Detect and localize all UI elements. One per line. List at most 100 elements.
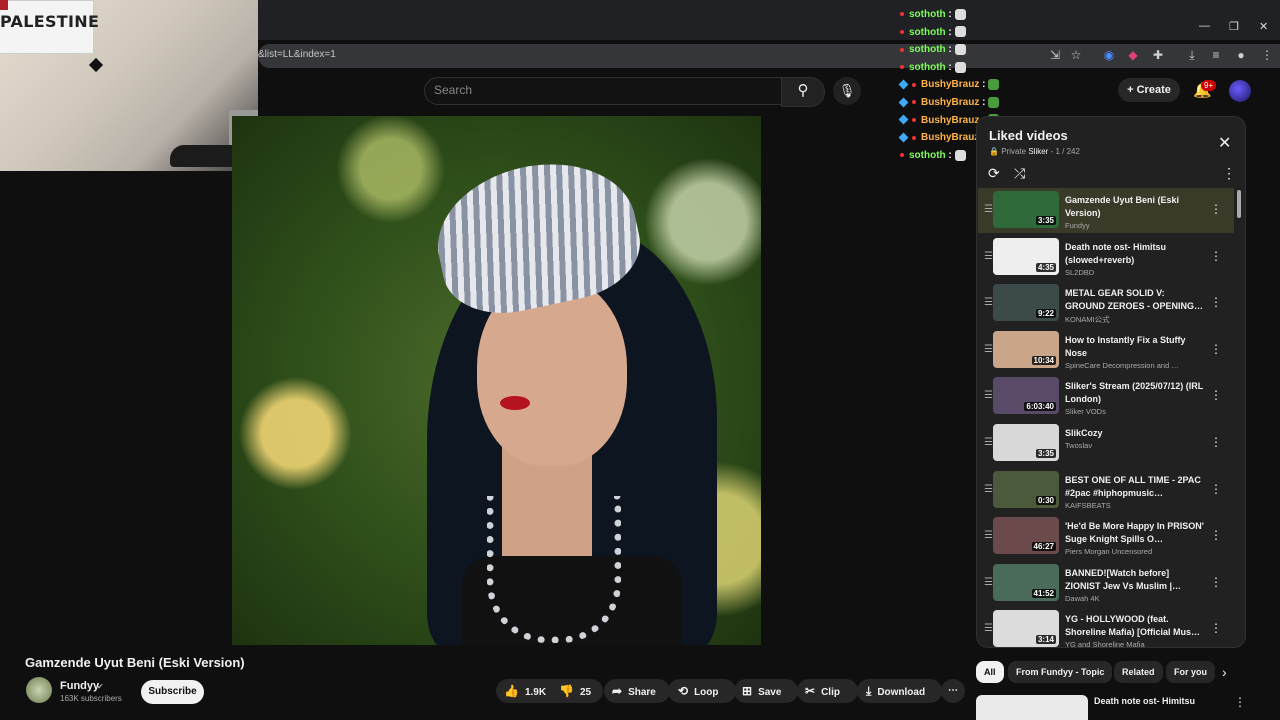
channel-name[interactable]: Fundyy bbox=[60, 680, 99, 692]
chat-colon: : bbox=[945, 9, 952, 20]
chevron-right-icon[interactable]: › bbox=[1222, 664, 1227, 680]
video-thumbnail[interactable]: 4:35 bbox=[993, 237, 1059, 275]
video-thumbnail[interactable]: 41:52 bbox=[993, 563, 1059, 601]
item-menu-icon[interactable]: ⋮ bbox=[1210, 342, 1222, 356]
playlist-item[interactable]: ☰ 4:35 Death note ost- Himitsu (slowed+rev… bbox=[978, 235, 1234, 280]
close-window-icon[interactable]: ✕ bbox=[1259, 20, 1268, 33]
dislike-button[interactable]: 👎 25 bbox=[555, 679, 603, 703]
chat-colon: : bbox=[945, 61, 952, 73]
playlist-item-channel: KAIFSBEATS bbox=[1065, 500, 1111, 510]
playlist-item[interactable]: ☰ 3:35 Gamzende Uyut Beni (Eski Version) Fu… bbox=[978, 188, 1234, 233]
subscribe-button[interactable]: Subscribe bbox=[141, 680, 204, 704]
playlist-scrollbar[interactable] bbox=[1237, 190, 1241, 218]
video-thumbnail[interactable]: 10:34 bbox=[993, 330, 1059, 368]
account-avatar[interactable] bbox=[1229, 80, 1251, 102]
dislike-count: 25 bbox=[579, 687, 592, 698]
playlist-item[interactable]: ☰ 10:34 How to Instantly Fix a Stuffy Nose… bbox=[978, 328, 1234, 373]
drag-handle-icon[interactable]: ☰ bbox=[984, 204, 993, 215]
webcam-overlay: PALESTINE bbox=[0, 0, 258, 171]
drag-handle-icon[interactable]: ☰ bbox=[984, 344, 993, 355]
shuffle-icon[interactable]: ⤮ bbox=[1014, 165, 1025, 182]
chip-3[interactable]: For you bbox=[1166, 661, 1215, 683]
like-button[interactable]: 👍 1.9K bbox=[496, 679, 562, 703]
item-menu-icon[interactable]: ⋮ bbox=[1210, 621, 1222, 635]
chat-username: BushyBrauz bbox=[921, 114, 980, 126]
item-menu-icon[interactable]: ⋮ bbox=[1210, 528, 1222, 542]
drag-handle-icon[interactable]: ☰ bbox=[984, 623, 993, 634]
related-more-icon[interactable]: ⋮ bbox=[1234, 695, 1246, 709]
extensions-puzzle-icon[interactable]: ✚ bbox=[1151, 48, 1165, 62]
playlist-item[interactable]: ☰ 0:30 BEST ONE OF ALL TIME - 2PAC #2pac #… bbox=[978, 468, 1234, 513]
drag-handle-icon[interactable]: ☰ bbox=[984, 390, 993, 401]
share-button[interactable]: ➦ Share bbox=[604, 679, 670, 703]
downloads-icon[interactable]: ⤓ bbox=[1185, 48, 1199, 62]
drag-handle-icon[interactable]: ☰ bbox=[984, 437, 993, 448]
chat-username: sothoth bbox=[909, 44, 946, 56]
video-thumbnail[interactable]: 9:22 bbox=[993, 284, 1059, 322]
item-menu-icon[interactable]: ⋮ bbox=[1210, 388, 1222, 402]
item-menu-icon[interactable]: ⋮ bbox=[1210, 575, 1222, 589]
channel-avatar[interactable] bbox=[26, 677, 52, 703]
item-menu-icon[interactable]: ⋮ bbox=[1210, 249, 1222, 263]
profile-icon[interactable]: ● bbox=[1234, 48, 1248, 62]
create-button[interactable]: + Create bbox=[1118, 78, 1180, 102]
related-title[interactable]: Death note ost- Himitsu bbox=[1094, 696, 1195, 706]
playlist-item[interactable]: ☰ 9:22 METAL GEAR SOLID V: GROUND ZEROES -… bbox=[978, 281, 1234, 326]
media-icon[interactable]: ≡ bbox=[1209, 48, 1223, 62]
url-text: &list=LL&index=1 bbox=[258, 49, 336, 60]
drag-handle-icon[interactable]: ☰ bbox=[984, 484, 993, 495]
save-icon: ⊞ bbox=[742, 684, 753, 698]
maximize-icon[interactable]: ❐ bbox=[1229, 20, 1239, 33]
item-menu-icon[interactable]: ⋮ bbox=[1210, 482, 1222, 496]
video-thumbnail[interactable]: 3:35 bbox=[993, 424, 1059, 461]
related-thumbnail[interactable] bbox=[976, 695, 1088, 720]
playlist-item[interactable]: ☰ 3:14 YG - HOLLYWOOD (feat. Shoreline Maf… bbox=[978, 607, 1234, 652]
playlist-item[interactable]: ☰ 41:52 BANNED![Watch before] ZIONIST Jew … bbox=[978, 561, 1234, 606]
video-thumbnail[interactable]: 0:30 bbox=[993, 470, 1059, 508]
item-menu-icon[interactable]: ⋮ bbox=[1210, 202, 1222, 216]
playlist-menu-icon[interactable]: ⋮ bbox=[1222, 165, 1236, 182]
chat-emote-icon bbox=[954, 44, 966, 56]
playlist-owner[interactable]: Sliker bbox=[1028, 147, 1048, 156]
playlist-item[interactable]: ☰ 6:03:40 Sliker's Stream (2025/07/12) (IR… bbox=[978, 374, 1234, 419]
chip-2[interactable]: Related bbox=[1114, 661, 1163, 683]
microphone-icon[interactable]: 🎙 bbox=[833, 77, 861, 105]
save-button[interactable]: ⊞ Save bbox=[734, 679, 798, 703]
browser-menu-icon[interactable]: ⋮ bbox=[1260, 48, 1274, 62]
loop-playlist-icon[interactable]: ⟳ bbox=[988, 165, 1000, 182]
drag-handle-icon[interactable]: ☰ bbox=[984, 577, 993, 588]
playlist-item[interactable]: ☰ 46:27 'He'd Be More Happy In PRISON' Sug… bbox=[978, 514, 1234, 559]
video-thumbnail[interactable]: 3:14 bbox=[993, 610, 1059, 648]
video-player[interactable] bbox=[232, 116, 761, 645]
minimize-icon[interactable]: — bbox=[1199, 20, 1210, 32]
chip-1[interactable]: From Fundyy - Topic bbox=[1008, 661, 1113, 683]
install-icon[interactable]: ⇲ bbox=[1048, 48, 1062, 62]
video-thumbnail[interactable]: 6:03:40 bbox=[993, 377, 1059, 415]
search-input[interactable] bbox=[424, 77, 783, 105]
more-actions-icon[interactable]: ⋯ bbox=[941, 679, 965, 703]
sub-badge-icon bbox=[898, 79, 909, 90]
extension-icon[interactable]: ◆ bbox=[1126, 48, 1140, 62]
drag-handle-icon[interactable]: ☰ bbox=[984, 251, 993, 262]
drag-handle-icon[interactable]: ☰ bbox=[984, 297, 993, 308]
loop-button[interactable]: ⟲ Loop bbox=[668, 679, 736, 703]
lock-icon: 🔒 bbox=[989, 147, 999, 156]
playlist-privacy: Private bbox=[1001, 147, 1027, 156]
video-thumbnail[interactable]: 46:27 bbox=[993, 517, 1059, 555]
clip-button[interactable]: ✂ Clip bbox=[797, 679, 858, 703]
chip-0[interactable]: All bbox=[976, 661, 1004, 683]
verified-icon: ✔ bbox=[97, 682, 104, 691]
download-button[interactable]: ⤓ Download bbox=[857, 679, 942, 703]
drag-handle-icon[interactable]: ☰ bbox=[984, 530, 993, 541]
user-badge-icon bbox=[900, 153, 904, 158]
video-duration: 46:27 bbox=[1031, 542, 1056, 552]
search-icon[interactable]: ⚲ bbox=[781, 77, 825, 107]
close-icon[interactable]: ✕ bbox=[1218, 133, 1231, 153]
item-menu-icon[interactable]: ⋮ bbox=[1210, 295, 1222, 309]
bookmark-star-icon[interactable]: ☆ bbox=[1069, 48, 1083, 62]
extension-icon[interactable]: ◉ bbox=[1102, 48, 1116, 62]
playlist-item[interactable]: ☰ 3:35 SlikCozy Twoslav ⋮ bbox=[978, 421, 1234, 466]
playlist-item-channel: Piers Morgan Uncensored bbox=[1065, 547, 1153, 557]
video-thumbnail[interactable]: 3:35 bbox=[993, 191, 1059, 228]
item-menu-icon[interactable]: ⋮ bbox=[1210, 435, 1222, 449]
